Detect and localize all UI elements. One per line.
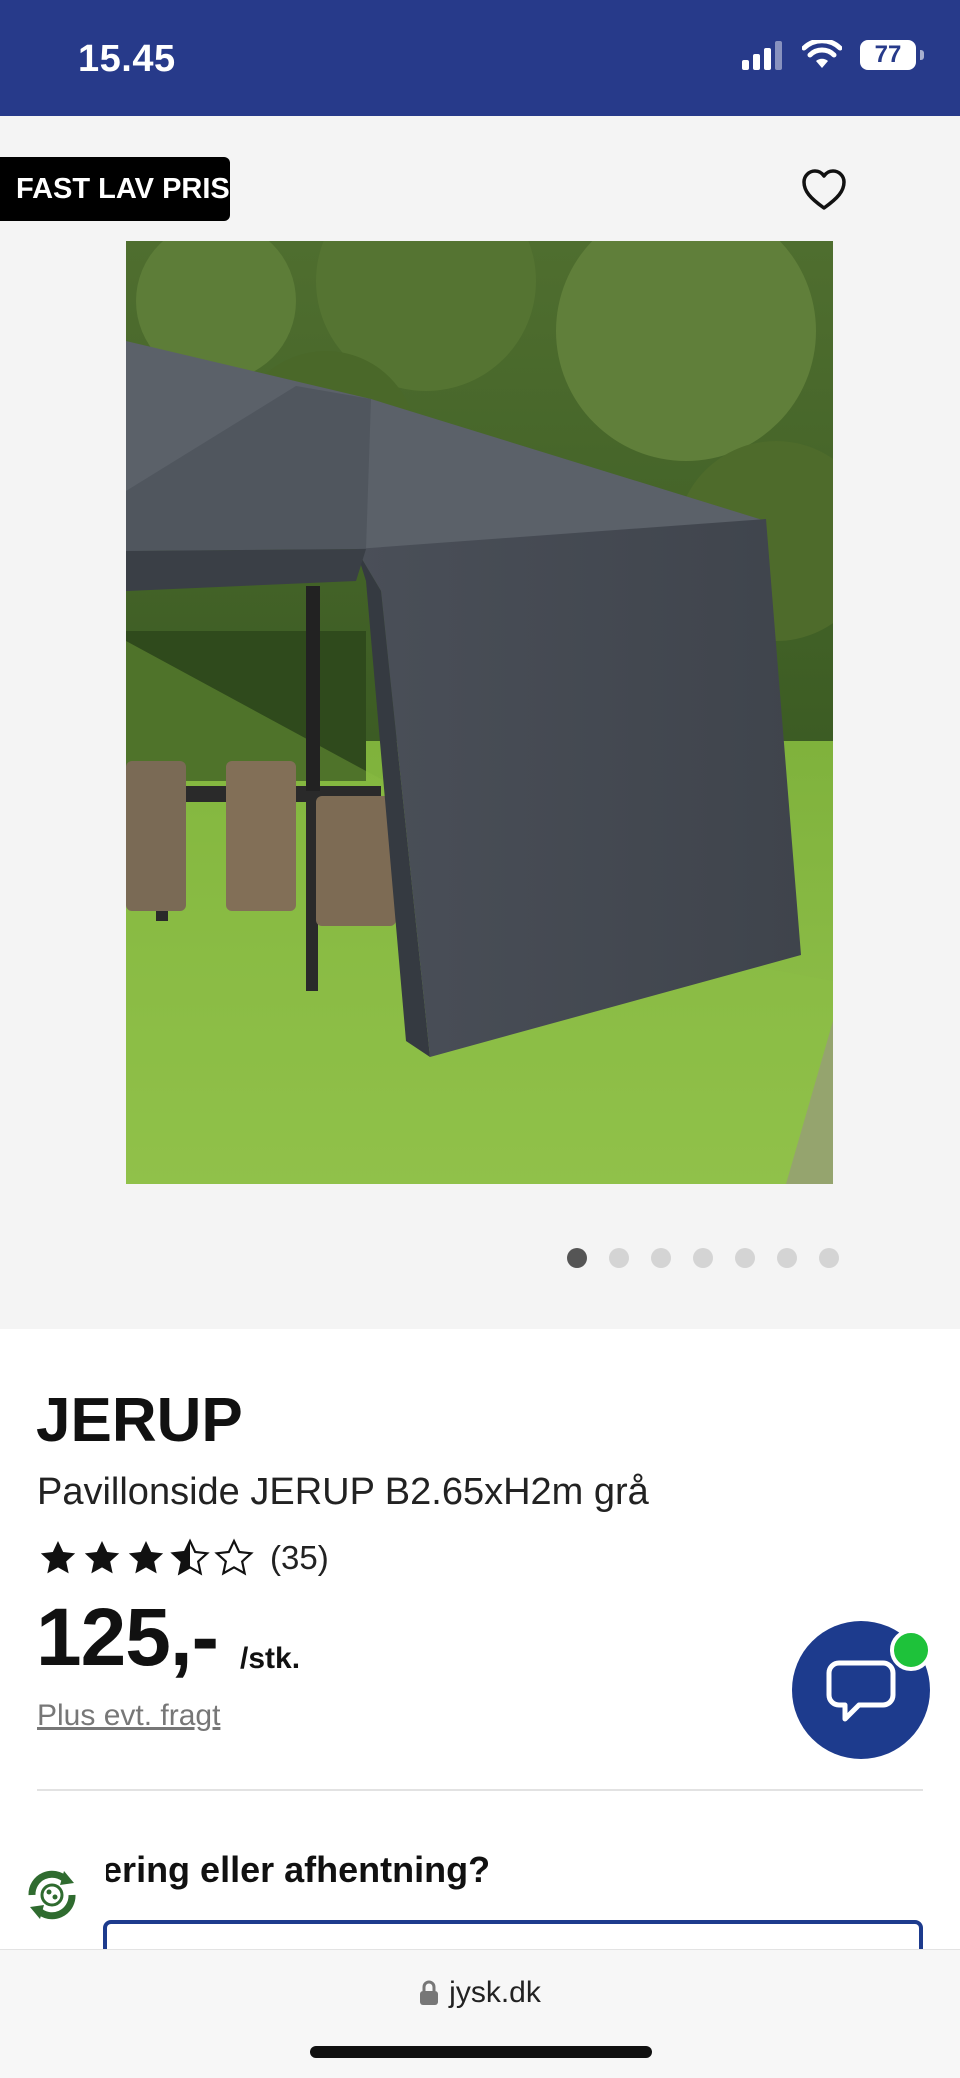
lock-icon <box>420 1980 439 2005</box>
price-unit: /stk. <box>240 1642 301 1675</box>
home-indicator[interactable] <box>310 2046 652 2058</box>
delivery-heading-text: Levering eller afhentning? <box>40 1849 491 1890</box>
signal-icon <box>742 41 782 70</box>
recycle-icon[interactable] <box>18 1861 86 1929</box>
online-status-dot <box>890 1629 932 1671</box>
favorite-heart-icon[interactable] <box>800 166 848 214</box>
carousel-dot[interactable] <box>609 1248 629 1268</box>
freight-link[interactable]: Plus evt. fragt <box>37 1699 220 1733</box>
carousel-dot[interactable] <box>777 1248 797 1268</box>
battery-icon: 77 <box>860 40 924 70</box>
star-full-icon <box>84 1541 120 1574</box>
rating-count: (35) <box>270 1539 329 1576</box>
product-name: Pavillonside JERUP B2.65xH2m grå <box>37 1471 649 1513</box>
star-empty-icon <box>214 1538 254 1576</box>
product-image[interactable] <box>126 241 833 1184</box>
url-text: jysk.dk <box>449 1976 541 2009</box>
address-field[interactable]: jysk.dk <box>0 1976 960 2010</box>
carousel-dot[interactable] <box>819 1248 839 1268</box>
carousel-dot[interactable] <box>735 1248 755 1268</box>
product-info: JERUP Pavillonside JERUP B2.65xH2m grå (… <box>0 1329 960 1960</box>
star-full-icon <box>40 1541 76 1574</box>
carousel-dots <box>567 1248 839 1268</box>
star-half-icon <box>170 1538 210 1576</box>
carousel-dot[interactable] <box>567 1248 587 1268</box>
carousel-dot[interactable] <box>693 1248 713 1268</box>
price-badge: FAST LAV PRIS <box>0 157 230 221</box>
chat-bubble-icon <box>826 1660 896 1722</box>
product-price: 125,- <box>36 1592 219 1683</box>
status-bar: 15.45 77 <box>0 0 960 116</box>
status-time: 15.45 <box>78 38 176 80</box>
battery-level: 77 <box>874 41 902 68</box>
wifi-icon <box>802 40 842 68</box>
browser-url-bar: jysk.dk <box>0 1949 960 2078</box>
status-icons: 77 <box>742 40 924 70</box>
product-brand: JERUP <box>36 1386 243 1455</box>
divider <box>37 1789 923 1791</box>
delivery-heading: Levering eller afhentning? <box>30 1839 491 1899</box>
rating[interactable]: (35) <box>38 1538 329 1578</box>
star-full-icon <box>128 1541 164 1574</box>
carousel-dot[interactable] <box>651 1248 671 1268</box>
product-gallery[interactable]: FAST LAV PRIS <box>0 116 960 1329</box>
